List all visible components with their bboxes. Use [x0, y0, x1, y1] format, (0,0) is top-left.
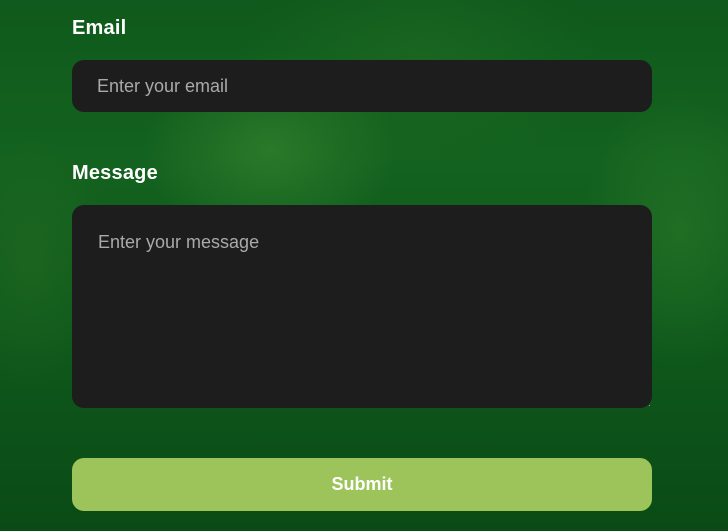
email-field[interactable]: [72, 60, 652, 112]
submit-button[interactable]: Submit: [72, 458, 652, 511]
email-label: Email: [72, 17, 127, 39]
message-textarea[interactable]: [72, 205, 652, 408]
message-label: Message: [72, 162, 158, 184]
resize-handle-icon[interactable]: [642, 398, 650, 406]
